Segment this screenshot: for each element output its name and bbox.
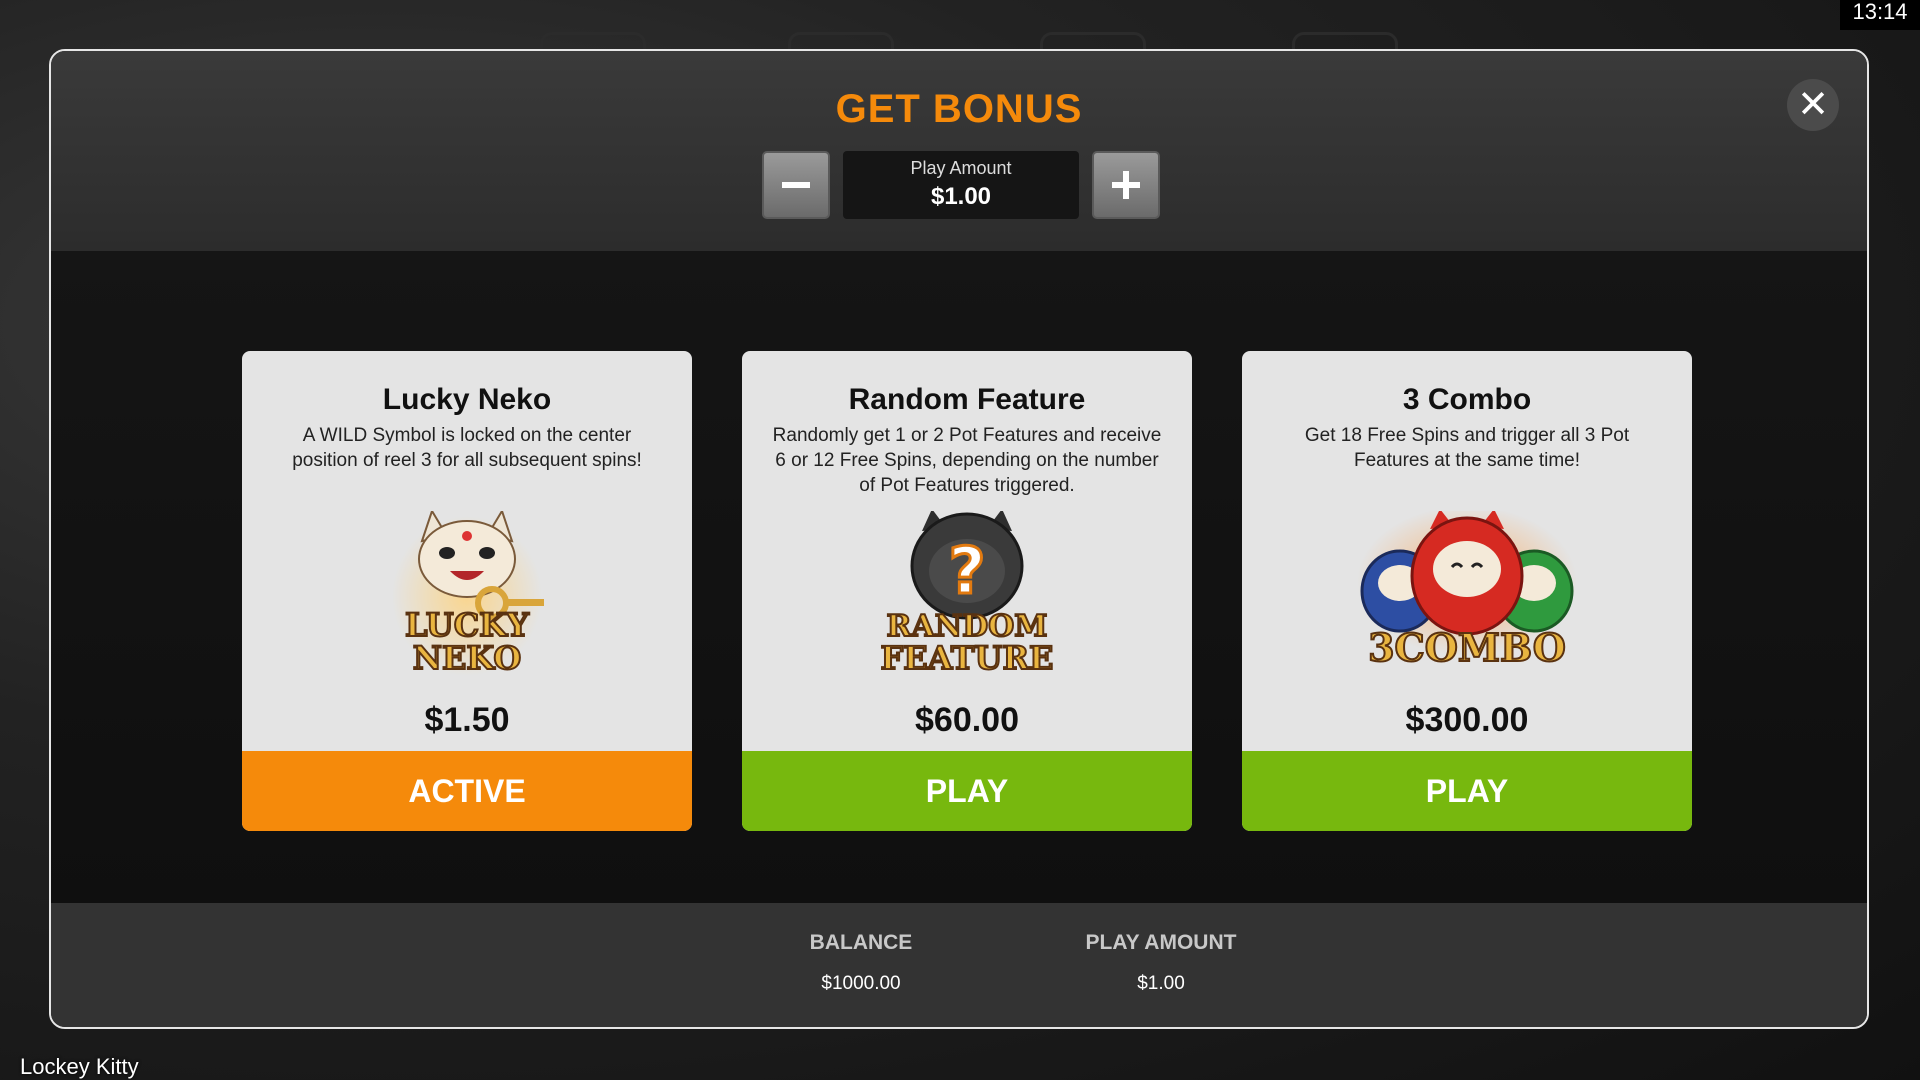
increase-amount-button[interactable]	[1092, 151, 1160, 219]
play-amount-summary-value: $1.00	[1137, 973, 1185, 994]
feature-title: Lucky Neko	[382, 383, 552, 416]
status-clock: 13:14	[1840, 0, 1920, 30]
logo-text-line-2: FEATURE	[881, 639, 1054, 677]
play-amount-value: $1.00	[930, 183, 992, 210]
close-button[interactable]: ✕	[1787, 79, 1839, 131]
feature-description: Get 18 Free Spins and trigger all 3 Pot …	[1304, 425, 1630, 471]
logo-text: 3COMBO	[1368, 625, 1566, 670]
feature-title: Random Feature	[848, 383, 1086, 416]
play-amount-display: Play Amount $1.00	[843, 151, 1079, 219]
logo-text-line-2: NEKO	[413, 639, 521, 677]
play-amount-summary: PLAY AMOUNT $1.00	[1061, 931, 1261, 995]
feature-price: $300.00	[1405, 701, 1529, 739]
dialog-footer: BALANCE $1000.00 PLAY AMOUNT $1.00	[51, 903, 1867, 1027]
plus-icon	[1112, 171, 1140, 199]
active-button[interactable]: ACTIVE	[242, 751, 692, 831]
feature-card-3-combo: 3 Combo Get 18 Free Spins and trigger al…	[1242, 351, 1692, 831]
get-bonus-dialog: GET BONUS ✕ Play Amount $1.00 Lucky Neko…	[49, 49, 1869, 1029]
balance-label: BALANCE	[809, 931, 913, 954]
feature-price: $60.00	[915, 701, 1019, 739]
game-title: Lockey Kitty	[20, 1054, 139, 1079]
close-icon: ✕	[1797, 84, 1829, 126]
minus-icon	[782, 182, 810, 188]
play-button[interactable]: PLAY	[742, 751, 1192, 831]
lucky-neko-logo: LUCKY NEKO	[242, 508, 692, 681]
3-combo-logo: 3COMBO	[1242, 506, 1692, 681]
play-button[interactable]: PLAY	[1242, 751, 1692, 831]
question-mark-icon: ?	[948, 535, 985, 609]
decrease-amount-button[interactable]	[762, 151, 830, 219]
balance-value: $1000.00	[821, 973, 901, 994]
feature-description: A WILD Symbol is locked on the center po…	[292, 425, 642, 471]
balance-display: BALANCE $1000.00	[761, 931, 961, 995]
dialog-title: GET BONUS	[835, 87, 1083, 131]
play-amount-label: Play Amount	[910, 158, 1012, 178]
play-amount-summary-label: PLAY AMOUNT	[1085, 931, 1237, 954]
feature-price: $1.50	[424, 701, 510, 739]
feature-description: Randomly get 1 or 2 Pot Features and rec…	[772, 425, 1162, 496]
dialog-header: GET BONUS ✕ Play Amount $1.00	[51, 51, 1867, 251]
feature-card-lucky-neko: Lucky Neko A WILD Symbol is locked on th…	[242, 351, 692, 831]
feature-title: 3 Combo	[1402, 383, 1532, 416]
random-feature-logo: ? RANDOM FEATURE	[742, 509, 1192, 681]
feature-card-random-feature: Random Feature Randomly get 1 or 2 Pot F…	[742, 351, 1192, 831]
